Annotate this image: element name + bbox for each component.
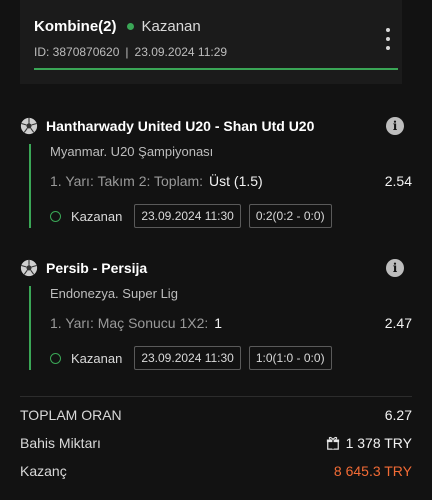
event-header: Persib - Persija (20, 258, 147, 278)
event-detail: Endonezya. Super Lig 1. Yarı: Maç Sonucu… (29, 286, 412, 370)
winnings-value: 8 645.3 TRY (333, 463, 412, 479)
result-row: Kazanan 23.09.2024 11:30 1:0(1:0 - 0:0) (50, 346, 412, 370)
bet-type-title: Kombine(2) (34, 18, 117, 35)
event-name: Hantharwady United U20 - Shan Utd U20 (46, 118, 315, 134)
bet-header-card: Kombine(2) Kazanan ID: 3870870620 | 23.0… (20, 0, 402, 84)
score-chip: 1:0(1:0 - 0:0) (248, 346, 332, 370)
meta-separator: | (125, 45, 129, 59)
winnings-row: Kazanç 8 645.3 TRY (20, 461, 412, 481)
kebab-dot (386, 37, 390, 41)
result-row: Kazanan 23.09.2024 11:30 0:2(0:2 - 0:0) (50, 204, 412, 228)
kebab-menu-icon[interactable] (384, 28, 392, 50)
selection: 1 (214, 315, 223, 331)
progress-bar-right (219, 68, 398, 70)
event-header: Hantharwady United U20 - Shan Utd U20 (20, 116, 314, 136)
total-odds-label: TOPLAM ORAN (20, 407, 122, 423)
match-date-chip: 23.09.2024 11:30 (134, 204, 241, 228)
event-detail: Myanmar. U20 Şampiyonası 1. Yarı: Takım … (29, 144, 412, 228)
bet-title-row: Kombine(2) Kazanan (34, 18, 201, 35)
info-icon[interactable]: i (386, 117, 404, 135)
league-name: Endonezya. Super Lig (50, 286, 178, 301)
market-name: 1. Yarı: Maç Sonucu 1X2: (50, 315, 209, 331)
market-row: 1. Yarı: Maç Sonucu 1X2: 1 2.47 (50, 313, 412, 333)
selection: Üst (1.5) (209, 173, 263, 189)
market-row: 1. Yarı: Takım 2: Toplam: Üst (1.5) 2.54 (50, 171, 412, 191)
market-name: 1. Yarı: Takım 2: Toplam: (50, 173, 204, 189)
bet-datetime: 23.09.2024 11:29 (134, 45, 228, 59)
kebab-dot (386, 46, 390, 50)
status-ring-icon (50, 210, 61, 222)
odds-value: 2.54 (384, 173, 412, 189)
bet-status: Kazanan (141, 18, 201, 35)
stake-row: Bahis Miktarı 1 378 TRY (20, 433, 412, 453)
total-odds-value: 6.27 (384, 407, 412, 423)
event-name: Persib - Persija (46, 260, 148, 276)
winnings-label: Kazanç (20, 463, 67, 479)
bet-id: ID: 3870870620 (34, 45, 120, 59)
status-dot-icon (126, 23, 134, 30)
result-status: Kazanan (71, 350, 123, 366)
event-card: Hantharwady United U20 - Shan Utd U20 i … (20, 116, 412, 236)
gift-icon (326, 436, 339, 450)
soccer-ball-icon (20, 259, 38, 277)
stake-value-group: 1 378 TRY (326, 435, 412, 451)
kebab-dot (386, 28, 390, 32)
event-card: Persib - Persija i Endonezya. Super Lig … (20, 258, 412, 378)
stake-label: Bahis Miktarı (20, 435, 101, 451)
status-ring-icon (50, 352, 61, 364)
stake-value: 1 378 TRY (345, 435, 412, 451)
total-odds-row: TOPLAM ORAN 6.27 (20, 405, 412, 425)
soccer-ball-icon (20, 117, 38, 135)
league-name: Myanmar. U20 Şampiyonası (50, 144, 214, 159)
match-date-chip: 23.09.2024 11:30 (134, 346, 241, 370)
info-icon[interactable]: i (386, 259, 404, 277)
odds-value: 2.47 (384, 315, 412, 331)
summary-divider (20, 396, 412, 397)
score-chip: 0:2(0:2 - 0:0) (248, 204, 332, 228)
progress-bar-left (34, 68, 224, 70)
bet-meta: ID: 3870870620 | 23.09.2024 11:29 (34, 45, 227, 59)
result-status: Kazanan (71, 208, 123, 224)
